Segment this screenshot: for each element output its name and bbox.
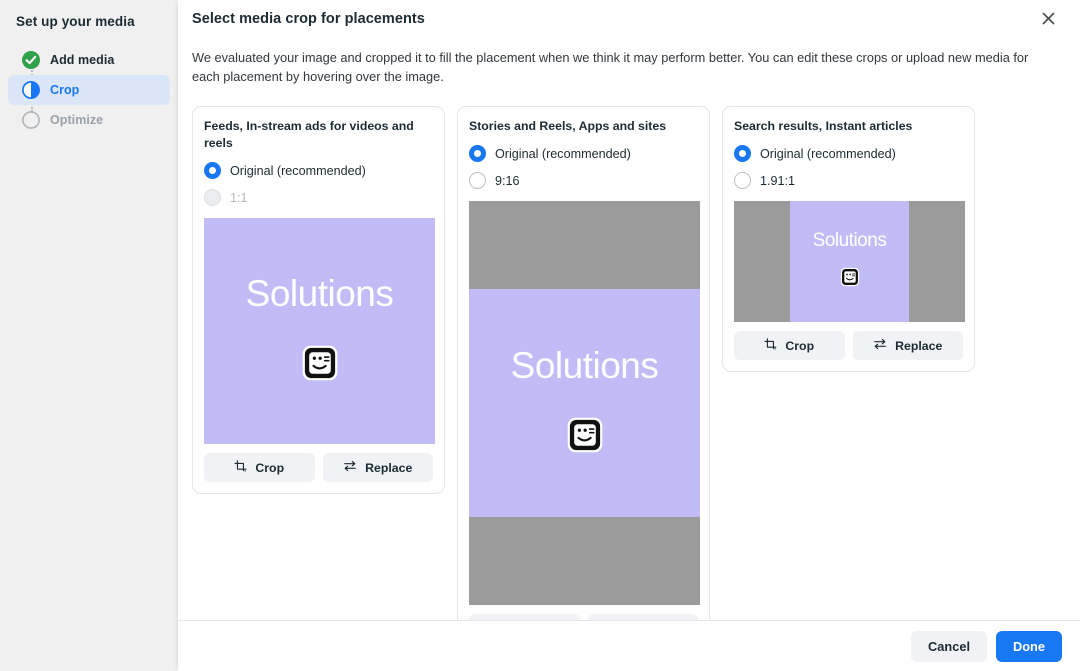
swap-arrows-icon (343, 459, 357, 476)
radio-option-original[interactable]: Original (recommended) (204, 157, 433, 184)
empty-circle-icon (22, 111, 40, 129)
sidebar-item-label: Add media (50, 53, 115, 67)
main-panel: Select media crop for placements We eval… (178, 0, 1080, 671)
crop-icon (764, 337, 777, 354)
radio-label: Original (recommended) (495, 146, 631, 161)
radio-button[interactable] (469, 145, 486, 162)
radio-label: 1:1 (230, 190, 248, 205)
dialog-body: Select media crop for placements We eval… (178, 0, 1080, 620)
media-preview[interactable]: Solutions (734, 201, 965, 322)
card-title: Stories and Reels, Apps and sites (469, 119, 667, 133)
radio-button[interactable] (469, 172, 486, 189)
radio-button[interactable] (204, 189, 221, 206)
crop-button-label: Crop (785, 338, 815, 353)
done-button[interactable]: Done (996, 630, 1062, 662)
radio-button[interactable] (734, 145, 751, 162)
media-preview[interactable]: Solutions (204, 218, 435, 444)
sidebar-item-add-media[interactable]: Add media (8, 45, 170, 75)
media-preview[interactable]: Solutions (469, 201, 700, 605)
preview-headline: Solutions (245, 272, 394, 314)
placement-card-list: Feeds, In-stream ads for videos and reel… (192, 106, 1064, 620)
radio-label: 9:16 (495, 173, 520, 188)
preview-image: Solutions (469, 289, 700, 517)
preview-actions: Crop Replace (204, 453, 433, 482)
radio-option-ratio[interactable]: 9:16 (469, 167, 698, 194)
swap-arrows-icon (873, 337, 887, 354)
replace-button-label: Replace (895, 338, 943, 353)
dialog-header: Select media crop for placements (192, 0, 1064, 35)
half-circle-icon (22, 81, 40, 99)
radio-label: 1.91:1 (760, 173, 796, 188)
close-button[interactable] (1034, 7, 1062, 35)
crop-icon (234, 459, 247, 476)
contact-card-face-icon (566, 416, 604, 459)
card-title: Search results, Instant articles (734, 119, 913, 133)
radio-option-ratio[interactable]: 1:1 (204, 184, 433, 211)
page-title: Select media crop for placements (192, 11, 425, 27)
contact-card-face-icon (301, 344, 339, 387)
crop-button[interactable]: Crop (734, 331, 845, 360)
radio-label: Original (recommended) (760, 146, 896, 161)
preview-image: Solutions (204, 218, 435, 444)
crop-button[interactable]: Crop (204, 453, 315, 482)
radio-option-ratio[interactable]: 1.91:1 (734, 167, 963, 194)
radio-button[interactable] (204, 162, 221, 179)
preview-headline: Solutions (510, 344, 659, 386)
radio-label: Original (recommended) (230, 163, 366, 178)
radio-option-original[interactable]: Original (recommended) (734, 140, 963, 167)
replace-button-label: Replace (365, 460, 413, 475)
close-icon (1041, 11, 1056, 31)
check-circle-icon (22, 51, 40, 69)
radio-button[interactable] (734, 172, 751, 189)
replace-button[interactable]: Replace (852, 331, 963, 360)
sidebar-title: Set up your media (16, 14, 135, 29)
media-crop-dialog: Set up your media Add media Crop Optimiz… (0, 0, 1080, 671)
crop-button-label: Crop (255, 460, 285, 475)
placement-card-feeds: Feeds, In-stream ads for videos and reel… (192, 106, 445, 494)
dialog-footer: Cancel Done (178, 620, 1080, 671)
sidebar-item-label: Optimize (50, 113, 104, 127)
placement-card-stories: Stories and Reels, Apps and sites Origin… (457, 106, 710, 620)
replace-button[interactable]: Replace (322, 453, 433, 482)
placement-card-search: Search results, Instant articles Origina… (722, 106, 975, 372)
preview-image: Solutions (790, 201, 909, 322)
cancel-button[interactable]: Cancel (911, 630, 987, 662)
sidebar-item-label: Crop (50, 83, 80, 97)
sidebar-item-crop[interactable]: Crop (8, 75, 170, 105)
contact-card-face-icon (840, 267, 860, 292)
step-list: Add media Crop Optimize (0, 45, 178, 135)
radio-option-original[interactable]: Original (recommended) (469, 140, 698, 167)
sidebar-item-optimize[interactable]: Optimize (8, 105, 170, 135)
dialog-description: We evaluated your image and cropped it t… (192, 50, 1029, 84)
preview-actions: Crop Replace (734, 331, 963, 360)
preview-headline: Solutions (812, 230, 887, 252)
card-title: Feeds, In-stream ads for videos and reel… (204, 119, 414, 150)
sidebar: Set up your media Add media Crop Optimiz… (0, 0, 178, 671)
